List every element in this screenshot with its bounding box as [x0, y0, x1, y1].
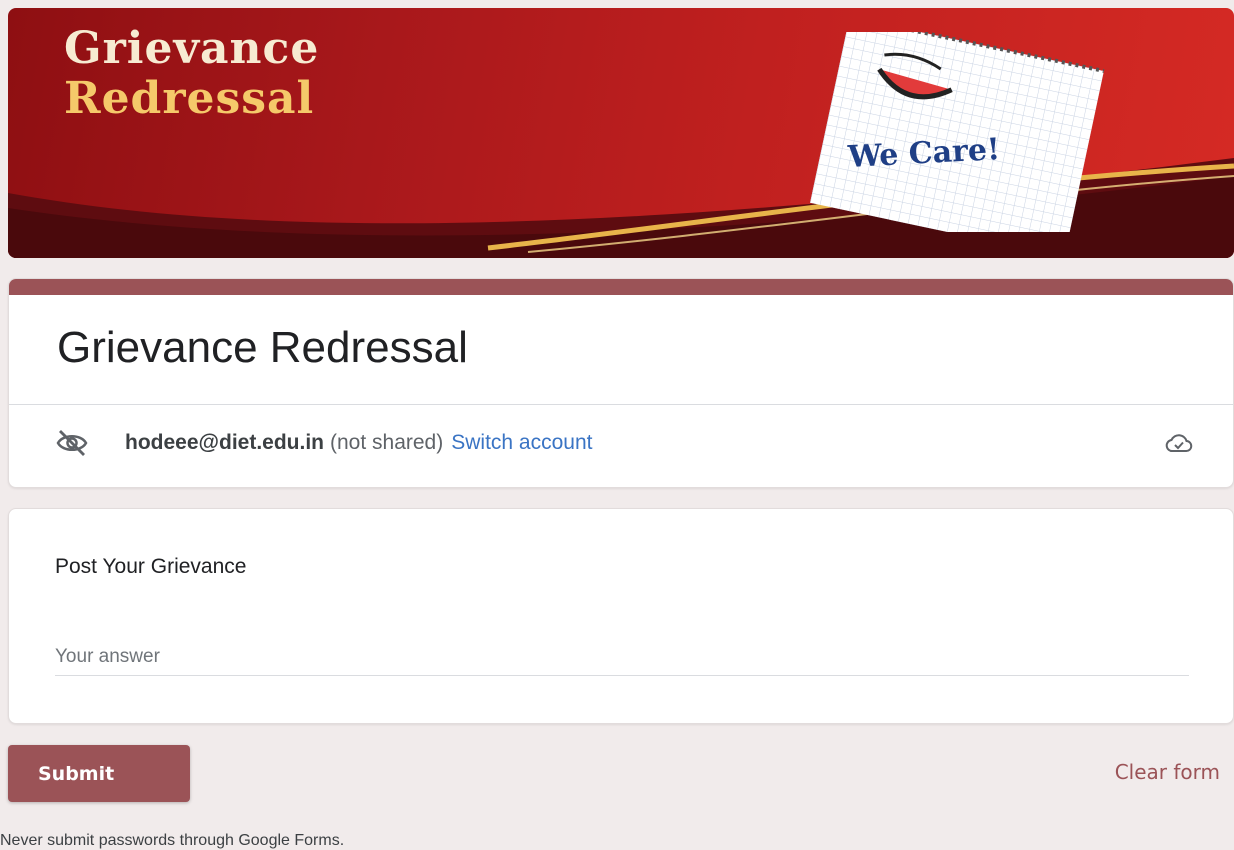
account-row: hodeee@diet.edu.in (not shared) Switch a…: [55, 425, 1193, 461]
banner-title: Grievance Redressal: [64, 24, 319, 124]
question-card: Post Your Grievance: [8, 508, 1234, 724]
not-shared-label: (not shared): [330, 431, 444, 454]
cloud-check-icon: [1165, 431, 1193, 455]
eye-off-icon: [55, 428, 89, 458]
account-email: hodeee@diet.edu.in: [125, 431, 324, 454]
title-divider: [9, 404, 1233, 405]
question-label: Post Your Grievance: [55, 555, 247, 578]
smiley-note-paper: [810, 32, 1105, 232]
switch-account-link[interactable]: Switch account: [451, 431, 592, 455]
banner-title-line1: Grievance: [64, 23, 320, 74]
form-title: Grievance Redressal: [57, 323, 468, 372]
theme-accent-bar: [9, 279, 1233, 295]
password-warning: Never submit passwords through Google Fo…: [0, 832, 345, 849]
answer-input[interactable]: [55, 639, 1189, 676]
header-banner: Grievance Redressal We Care!: [8, 8, 1234, 258]
submit-button[interactable]: Submit: [8, 745, 190, 802]
banner-title-line2: Redressal: [64, 73, 315, 124]
form-title-card: Grievance Redressal hodeee@diet.edu.in (…: [8, 278, 1234, 488]
clear-form-button[interactable]: Clear form: [1115, 760, 1220, 784]
